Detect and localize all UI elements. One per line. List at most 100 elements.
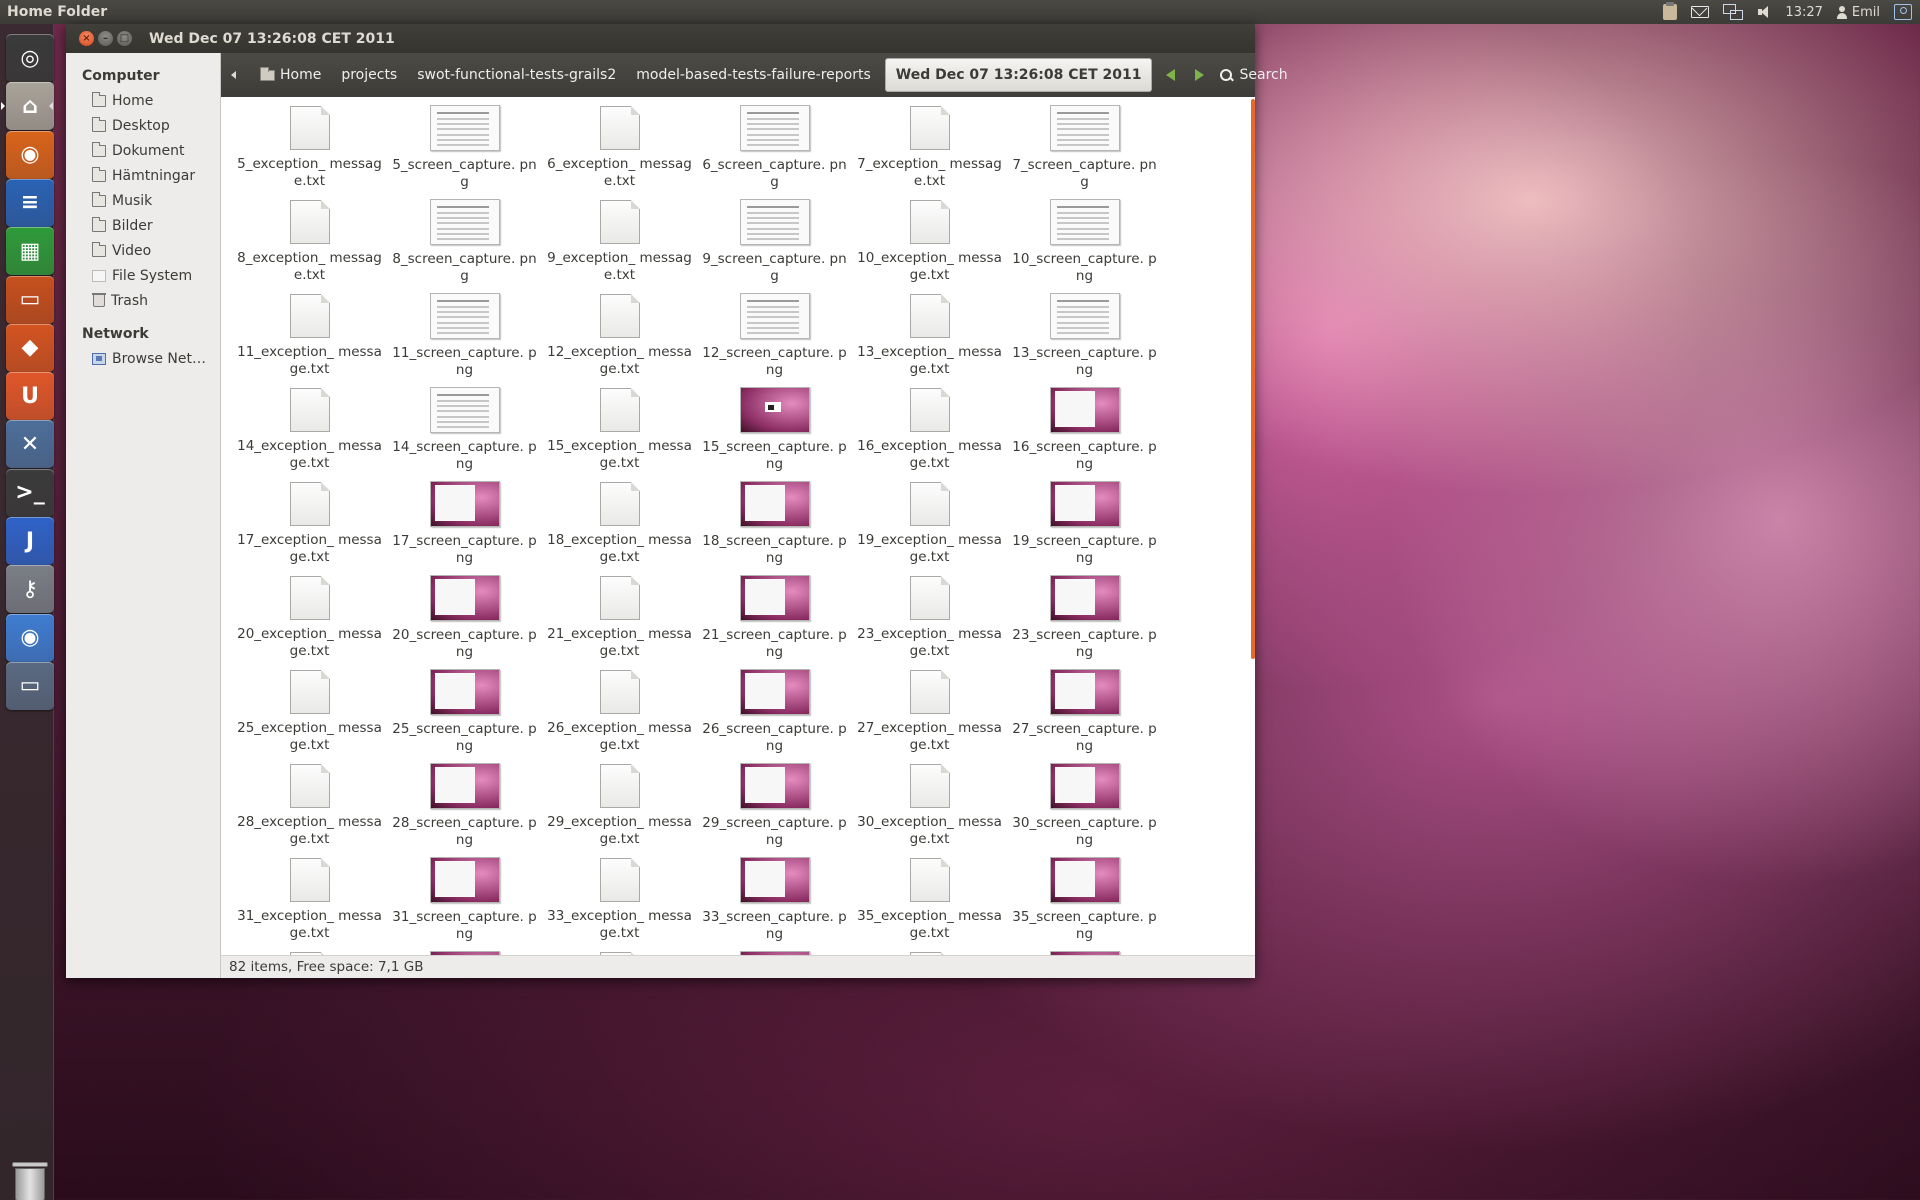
launcher-chrome[interactable]: ◉ bbox=[6, 613, 54, 662]
sidebar-item-computer-3[interactable]: Hämtningar bbox=[66, 163, 220, 188]
sidebar-item-computer-4[interactable]: Musik bbox=[66, 188, 220, 213]
crumb-current-folder[interactable]: Wed Dec 07 13:26:08 CET 2011 bbox=[884, 58, 1153, 92]
file-item[interactable]: 29_exception_ message.txt bbox=[542, 761, 697, 848]
file-item[interactable]: 7_screen_capture. png bbox=[1007, 103, 1162, 191]
file-item[interactable]: 10_exception_ message.txt bbox=[852, 197, 1007, 284]
launcher-home-folder[interactable]: ⌂ bbox=[6, 82, 54, 131]
file-item[interactable]: 5_screen_capture. png bbox=[387, 103, 542, 191]
clock[interactable]: 13:27 bbox=[1785, 5, 1822, 20]
file-item[interactable]: 11_screen_capture. png bbox=[387, 291, 542, 379]
file-item[interactable]: 25_exception_ message.txt bbox=[232, 667, 387, 754]
sidebar-item-computer-7[interactable]: File System bbox=[66, 263, 220, 288]
file-item[interactable]: 5_exception_ message.txt bbox=[232, 103, 387, 190]
maximize-button[interactable]: □ bbox=[117, 31, 132, 46]
file-item[interactable]: 14_exception_ message.txt bbox=[232, 385, 387, 472]
file-item[interactable]: 15_exception_ message.txt bbox=[542, 385, 697, 472]
file-item[interactable]: 26_screen_capture. png bbox=[697, 667, 852, 755]
file-item[interactable]: 30_screen_capture. png bbox=[1007, 761, 1162, 849]
file-item[interactable]: 28_screen_capture. png bbox=[387, 761, 542, 849]
launcher-passwords[interactable]: ⚷ bbox=[6, 565, 54, 614]
crumb-3[interactable]: model-based-tests-failure-reports bbox=[626, 58, 881, 92]
file-item[interactable]: 18_screen_capture. png bbox=[697, 479, 852, 567]
file-item[interactable]: 23_exception_ message.txt bbox=[852, 573, 1007, 660]
file-item[interactable]: 7_exception_ message.txt bbox=[852, 103, 1007, 190]
file-item[interactable]: 9_exception_ message.txt bbox=[542, 197, 697, 284]
scrollbar[interactable] bbox=[1251, 99, 1255, 659]
forward-arrow-icon[interactable] bbox=[1195, 69, 1205, 81]
file-item[interactable]: 10_screen_capture. png bbox=[1007, 197, 1162, 285]
sidebar-item-network-0[interactable]: Browse Net… bbox=[66, 346, 220, 371]
file-item[interactable]: 13_screen_capture. png bbox=[1007, 291, 1162, 379]
file-item[interactable]: 33_screen_capture. png bbox=[697, 855, 852, 943]
file-item[interactable]: 21_exception_ message.txt bbox=[542, 573, 697, 660]
launcher-system-settings[interactable]: ✕ bbox=[6, 420, 54, 469]
file-item[interactable]: 15_screen_capture. png bbox=[697, 385, 852, 473]
file-item[interactable]: 26_exception_ message.txt bbox=[542, 667, 697, 754]
clipboard-icon[interactable] bbox=[1663, 2, 1678, 20]
file-view[interactable]: 5_exception_ message.txt 5_screen_capture… bbox=[221, 97, 1255, 955]
file-item[interactable]: 20_exception_ message.txt bbox=[232, 573, 387, 660]
file-item[interactable]: 16_screen_capture. png bbox=[1007, 385, 1162, 473]
session-icon[interactable] bbox=[1894, 4, 1912, 20]
file-item[interactable]: 17_exception_ message.txt bbox=[232, 479, 387, 566]
crumb-2[interactable]: swot-functional-tests-grails2 bbox=[407, 58, 626, 92]
file-item[interactable]: 12_exception_ message.txt bbox=[542, 291, 697, 378]
file-item[interactable]: 31_screen_capture. png bbox=[387, 855, 542, 943]
launcher-impress[interactable]: ▭ bbox=[6, 275, 54, 324]
sidebar-item-computer-8[interactable]: Trash bbox=[66, 288, 220, 313]
window-titlebar[interactable]: × – □ Wed Dec 07 13:26:08 CET 2011 bbox=[66, 24, 1255, 53]
file-item[interactable]: 33_exception_ message.txt bbox=[542, 855, 697, 942]
launcher-window[interactable]: ▭ bbox=[6, 661, 54, 710]
launcher-software-center[interactable]: ◆ bbox=[6, 323, 54, 372]
sidebar-item-computer-5[interactable]: Bilder bbox=[66, 213, 220, 238]
search-button[interactable]: Search bbox=[1220, 67, 1288, 83]
user-menu[interactable]: Emil bbox=[1836, 5, 1880, 20]
dash-home-button[interactable]: ◎ bbox=[6, 34, 54, 82]
back-arrow-icon[interactable] bbox=[1166, 69, 1176, 81]
file-item[interactable]: 20_screen_capture. png bbox=[387, 573, 542, 661]
minimize-button[interactable]: – bbox=[98, 31, 113, 46]
crumb-0[interactable]: Home bbox=[250, 58, 331, 92]
mail-icon[interactable] bbox=[1691, 6, 1710, 18]
file-item[interactable]: 27_screen_capture. png bbox=[1007, 667, 1162, 755]
close-button[interactable]: × bbox=[79, 31, 94, 46]
file-item[interactable]: 28_exception_ message.txt bbox=[232, 761, 387, 848]
launcher-writer[interactable]: ≡ bbox=[6, 178, 54, 227]
file-item[interactable]: 6_exception_ message.txt bbox=[542, 103, 697, 190]
network-icon[interactable] bbox=[1723, 4, 1744, 20]
file-item[interactable]: 9_screen_capture. png bbox=[697, 197, 852, 285]
file-item[interactable]: 30_exception_ message.txt bbox=[852, 761, 1007, 848]
launcher-ubuntu-one[interactable]: U bbox=[6, 372, 54, 421]
sidebar-item-computer-1[interactable]: Desktop bbox=[66, 113, 220, 138]
file-item[interactable]: 14_screen_capture. png bbox=[387, 385, 542, 473]
file-item[interactable]: 27_exception_ message.txt bbox=[852, 667, 1007, 754]
file-item[interactable]: 6_screen_capture. png bbox=[697, 103, 852, 191]
sound-icon[interactable] bbox=[1757, 5, 1771, 19]
file-item[interactable]: 21_screen_capture. png bbox=[697, 573, 852, 661]
file-item[interactable]: 8_exception_ message.txt bbox=[232, 197, 387, 284]
file-item[interactable]: 35_exception_ message.txt bbox=[852, 855, 1007, 942]
file-item[interactable]: 11_exception_ message.txt bbox=[232, 291, 387, 378]
file-item[interactable]: 12_screen_capture. png bbox=[697, 291, 852, 379]
launcher-firefox[interactable]: ◉ bbox=[6, 130, 54, 179]
sidebar-item-computer-2[interactable]: Dokument bbox=[66, 138, 220, 163]
file-item[interactable]: 19_screen_capture. png bbox=[1007, 479, 1162, 567]
file-item[interactable]: 31_exception_ message.txt bbox=[232, 855, 387, 942]
file-item[interactable]: 25_screen_capture. png bbox=[387, 667, 542, 755]
file-item[interactable]: 16_exception_ message.txt bbox=[852, 385, 1007, 472]
file-item[interactable]: 19_exception_ message.txt bbox=[852, 479, 1007, 566]
file-item[interactable]: 29_screen_capture. png bbox=[697, 761, 852, 849]
file-item[interactable]: 13_exception_ message.txt bbox=[852, 291, 1007, 378]
launcher-terminal[interactable]: >_ bbox=[6, 468, 54, 517]
file-item[interactable]: 17_screen_capture. png bbox=[387, 479, 542, 567]
launcher-calc[interactable]: ▦ bbox=[6, 227, 54, 276]
file-item[interactable]: 8_screen_capture. png bbox=[387, 197, 542, 285]
launcher-trash-icon[interactable] bbox=[12, 1162, 48, 1200]
crumb-1[interactable]: projects bbox=[331, 58, 407, 92]
file-item[interactable]: 23_screen_capture. png bbox=[1007, 573, 1162, 661]
sidebar-item-computer-0[interactable]: Home bbox=[66, 88, 220, 113]
launcher-intellij[interactable]: J bbox=[6, 517, 54, 565]
file-item[interactable]: 35_screen_capture. png bbox=[1007, 855, 1162, 943]
file-item[interactable]: 18_exception_ message.txt bbox=[542, 479, 697, 566]
path-scroll-left-icon[interactable] bbox=[231, 71, 236, 79]
